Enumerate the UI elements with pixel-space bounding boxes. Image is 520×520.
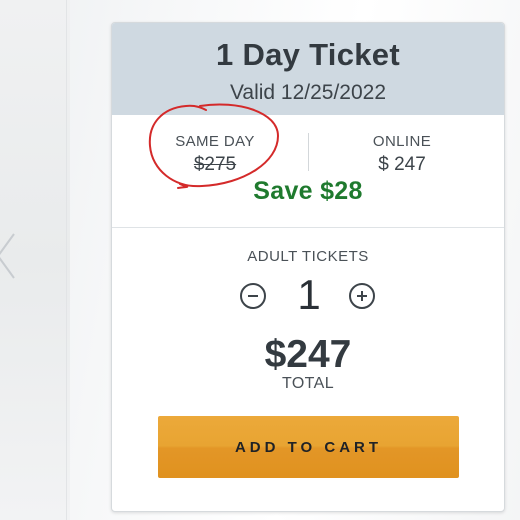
same-day-label: SAME DAY <box>175 133 255 150</box>
savings-text: Save $28 <box>253 177 363 205</box>
total-amount: $247 <box>264 333 352 376</box>
online-price-block: ONLINE $ 247 <box>322 133 482 176</box>
background-divider <box>66 0 67 520</box>
price-comparison: SAME DAY $275 ONLINE $ 247 Save $28 <box>112 115 504 228</box>
quantity-value: 1 <box>297 271 321 318</box>
same-day-price: $275 <box>193 154 237 175</box>
decrease-quantity-button[interactable] <box>240 283 266 309</box>
ticket-title: 1 Day Ticket <box>216 37 400 72</box>
quantity-stepper: 1 <box>112 271 504 323</box>
same-day-price-block: SAME DAY $275 <box>135 133 295 176</box>
quantity-label: ADULT TICKETS <box>247 248 369 265</box>
ticket-card: 1 Day Ticket Valid 12/25/2022 SAME DAY $… <box>111 22 505 512</box>
online-label: ONLINE <box>372 133 432 150</box>
increase-quantity-button[interactable] <box>349 283 375 309</box>
plus-icon <box>357 291 367 301</box>
carousel-prev-button[interactable] <box>0 228 34 284</box>
quantity-section: ADULT TICKETS 1 $247 TOTAL <box>112 228 504 393</box>
ticket-valid-date: Valid 12/25/2022 <box>229 81 387 104</box>
minus-icon <box>248 295 258 297</box>
price-divider <box>308 133 309 171</box>
add-to-cart-button[interactable]: ADD TO CART <box>158 416 459 478</box>
total-label: TOTAL <box>281 375 335 392</box>
ticket-header: 1 Day Ticket Valid 12/25/2022 <box>112 23 504 115</box>
chevron-left-icon <box>0 233 15 279</box>
online-price: $ 247 <box>378 154 426 175</box>
